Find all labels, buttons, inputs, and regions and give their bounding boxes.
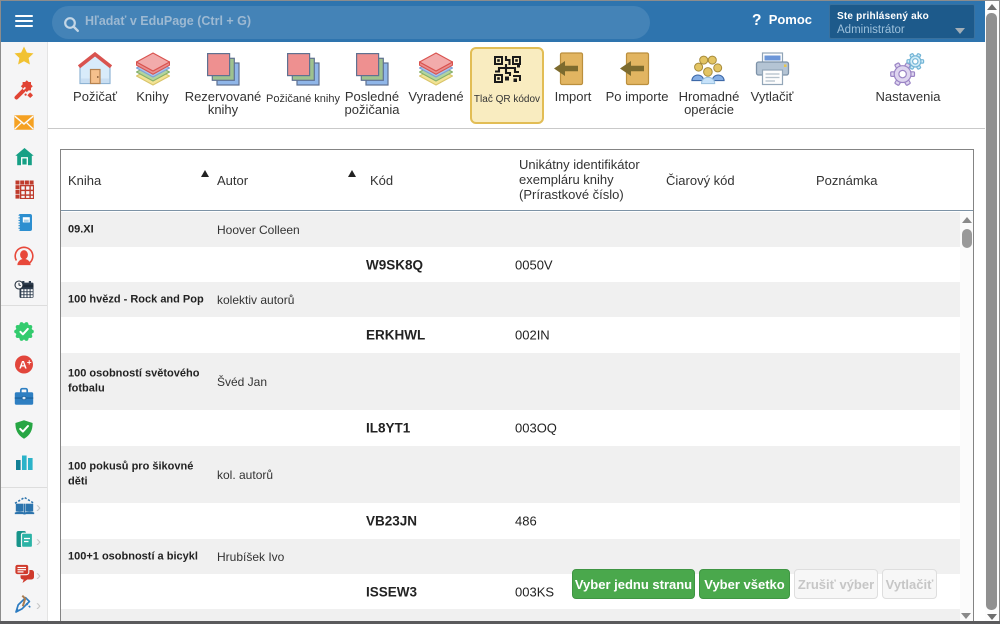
svg-text:A: A (19, 359, 27, 371)
svg-text:+: + (27, 358, 32, 367)
